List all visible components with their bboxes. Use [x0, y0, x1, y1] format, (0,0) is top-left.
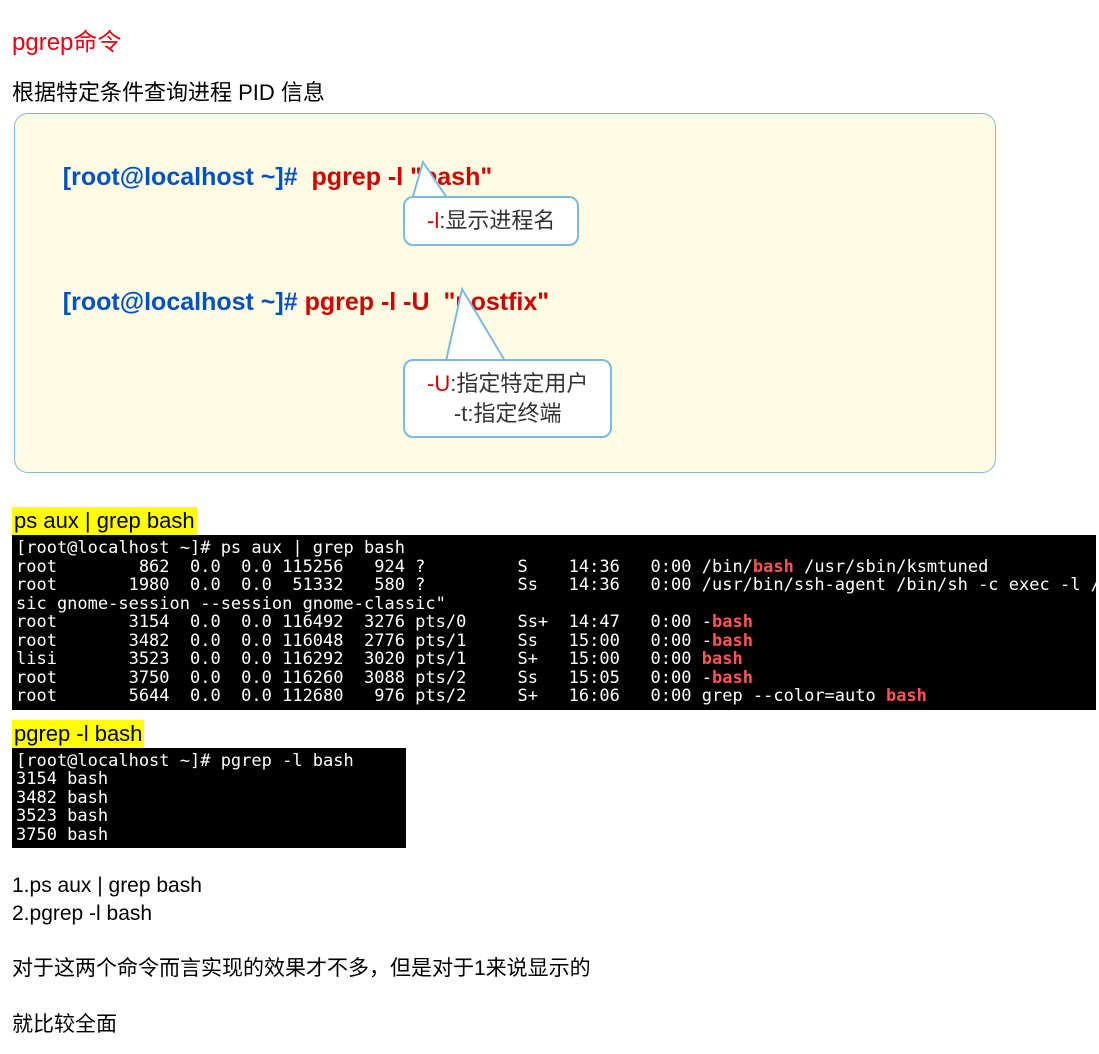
- flag-desc-2: -t:指定终端: [427, 399, 588, 429]
- terminal-caption-1: ps aux | grep bash: [12, 507, 197, 535]
- notes-block: 1.ps aux | grep bash 2.pgrep -l bash 对于这…: [12, 874, 1087, 1038]
- flag-label: -l: [427, 208, 439, 233]
- example-panel: [root@localhost ~]# pgrep -l "bash" -l:显…: [14, 113, 996, 473]
- section-subtitle: 根据特定条件查询进程 PID 信息: [12, 75, 1087, 107]
- note-line: 2.pgrep -l bash: [12, 902, 1087, 926]
- prompt-text: [root@localhost ~]#: [63, 163, 298, 191]
- flag-desc: :显示进程名: [439, 208, 555, 233]
- prompt-text: [root@localhost ~]#: [63, 288, 298, 316]
- terminal-output-2: [root@localhost ~]# pgrep -l bash 3154 b…: [12, 748, 406, 849]
- callout-u-flag: -U:指定特定用户 -t:指定终端: [403, 359, 612, 438]
- note-line: 对于这两个命令而言实现的效果才不多，但是对于1来说显示的: [12, 952, 1087, 982]
- flag-label: -U: [427, 371, 450, 396]
- terminal-caption-2: pgrep -l bash: [12, 720, 144, 748]
- note-line: 1.ps aux | grep bash: [12, 874, 1087, 898]
- callout-pointer-icon: [440, 289, 520, 369]
- command-text: pgrep -l "bash": [312, 163, 493, 191]
- terminal-output-1: [root@localhost ~]# ps aux | grep bash r…: [12, 535, 1096, 710]
- note-line: 就比较全面: [12, 1008, 1087, 1038]
- section-title: pgrep命令: [12, 22, 1087, 57]
- callout-l-flag: -l:显示进程名: [403, 196, 579, 246]
- flag-desc: :指定特定用户: [450, 371, 588, 396]
